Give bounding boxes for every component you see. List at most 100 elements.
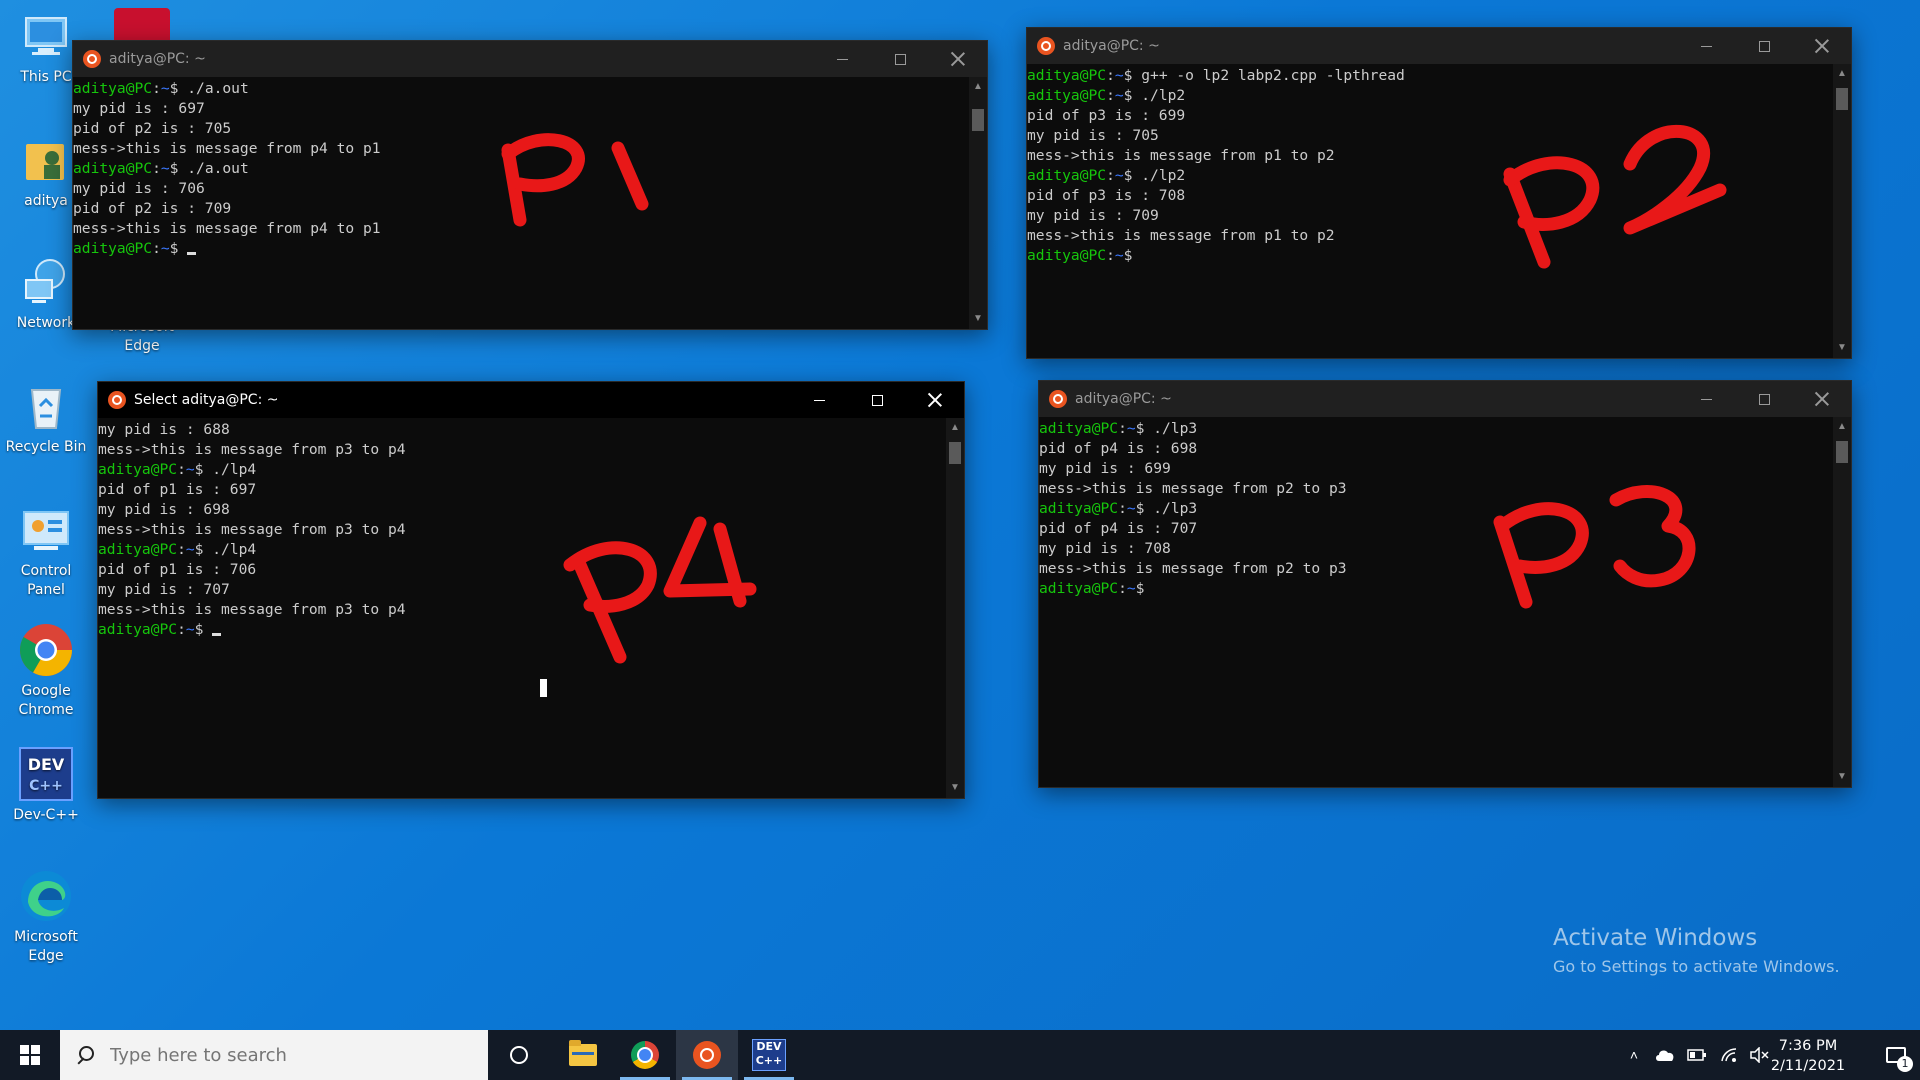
- terminal-line: aditya@PC:~$ ./lp3: [1039, 419, 1833, 439]
- terminal-line: mess->this is message from p1 to p2: [1027, 146, 1833, 166]
- command-text: $: [1135, 580, 1145, 597]
- terminal-line: mess->this is message from p2 to p3: [1039, 479, 1833, 499]
- devcpp-taskbar-button[interactable]: DEV C++: [738, 1030, 800, 1080]
- network-icon: [18, 254, 74, 310]
- network-button[interactable]: [1714, 1030, 1744, 1080]
- start-button[interactable]: [0, 1030, 60, 1080]
- close-icon: [928, 393, 942, 407]
- command-text: $: [1123, 247, 1133, 264]
- terminal-window-p4[interactable]: Select aditya@PC: ~ my pid is : 688 mess-…: [97, 381, 965, 799]
- command-text: $: [194, 621, 213, 638]
- scroll-thumb[interactable]: [1836, 88, 1848, 110]
- minimize-button[interactable]: [790, 382, 848, 418]
- action-center-button[interactable]: 1: [1872, 1030, 1920, 1080]
- scrollbar[interactable]: ▲ ▼: [1833, 64, 1851, 358]
- scroll-down-icon[interactable]: ▼: [946, 780, 964, 796]
- terminal-line: aditya@PC:~$ ./lp2: [1027, 86, 1833, 106]
- acrobat-icon[interactable]: [114, 8, 170, 44]
- scrollbar[interactable]: ▲ ▼: [969, 77, 987, 329]
- battery-icon: [1687, 1049, 1706, 1061]
- terminal-line: pid of p4 is : 707: [1039, 519, 1833, 539]
- onedrive-button[interactable]: [1650, 1030, 1680, 1080]
- terminal-line: my pid is : 697: [73, 99, 969, 119]
- close-icon: [1815, 39, 1829, 53]
- file-explorer-button[interactable]: [552, 1030, 614, 1080]
- output-text: mess->this is message from p3 to p4: [98, 441, 406, 458]
- close-button[interactable]: [1793, 28, 1851, 64]
- terminal-window-p3[interactable]: aditya@PC: ~ aditya@PC:~$ ./lp3 pid of p4…: [1038, 380, 1852, 788]
- dev-cpp-icon: DEV C++: [752, 1039, 786, 1071]
- desktop-icon-microsoft-edge[interactable]: Microsoft Edge: [0, 868, 92, 966]
- desktop-icon-google-chrome[interactable]: Google Chrome: [0, 622, 92, 720]
- title-bar[interactable]: aditya@PC: ~: [1039, 381, 1851, 417]
- terminal-output[interactable]: my pid is : 688 mess->this is message fro…: [98, 418, 946, 798]
- prompt-separator: :: [1106, 67, 1115, 84]
- scroll-up-icon[interactable]: ▲: [969, 79, 987, 95]
- scroll-down-icon[interactable]: ▼: [969, 311, 987, 327]
- scrollbar[interactable]: ▲ ▼: [946, 418, 964, 798]
- desktop-icon-label: Google Chrome: [18, 683, 74, 718]
- minimize-icon: [1700, 398, 1712, 400]
- output-text: mess->this is message from p3 to p4: [98, 601, 406, 618]
- maximize-button[interactable]: [871, 41, 929, 77]
- minimize-button[interactable]: [1677, 28, 1735, 64]
- search-input[interactable]: [108, 1043, 472, 1067]
- title-bar[interactable]: aditya@PC: ~: [1027, 28, 1851, 64]
- activate-subtitle: Go to Settings to activate Windows.: [1553, 957, 1840, 976]
- scroll-thumb[interactable]: [949, 442, 961, 464]
- terminal-window-p2[interactable]: aditya@PC: ~ aditya@PC:~$ g++ -o lp2 lab…: [1026, 27, 1852, 359]
- scroll-down-icon[interactable]: ▼: [1833, 769, 1851, 785]
- terminal-line: aditya@PC:~$ ./lp4: [98, 460, 946, 480]
- prompt-path: ~: [160, 160, 170, 177]
- scroll-up-icon[interactable]: ▲: [946, 420, 964, 436]
- terminal-line: mess->this is message from p2 to p3: [1039, 559, 1833, 579]
- close-button[interactable]: [1793, 381, 1851, 417]
- scroll-up-icon[interactable]: ▲: [1833, 419, 1851, 435]
- output-text: my pid is : 688: [98, 421, 230, 438]
- prompt-user: aditya@PC: [1027, 247, 1107, 264]
- title-bar[interactable]: aditya@PC: ~: [73, 41, 987, 77]
- output-text: my pid is : 697: [73, 100, 205, 117]
- user-folder-icon: [18, 132, 74, 188]
- prompt-path: ~: [1126, 420, 1136, 437]
- terminal-output[interactable]: aditya@PC:~$ g++ -o lp2 labp2.cpp -lpthr…: [1027, 64, 1833, 358]
- activation-watermark: Activate Windows Go to Settings to activ…: [1553, 925, 1840, 976]
- cortana-button[interactable]: [488, 1030, 550, 1080]
- chrome-taskbar-button[interactable]: [614, 1030, 676, 1080]
- output-text: mess->this is message from p4 to p1: [73, 140, 381, 157]
- maximize-button[interactable]: [848, 382, 906, 418]
- maximize-button[interactable]: [1735, 381, 1793, 417]
- scroll-up-icon[interactable]: ▲: [1833, 66, 1851, 82]
- terminal-line: aditya@PC:~$: [73, 239, 969, 259]
- prompt-separator: :: [152, 80, 161, 97]
- battery-button[interactable]: [1682, 1030, 1712, 1080]
- command-text: $ ./lp4: [194, 541, 257, 558]
- terminal-window-p1[interactable]: aditya@PC: ~ aditya@PC:~$ ./a.out my pid …: [72, 40, 988, 330]
- terminal-output[interactable]: aditya@PC:~$ ./lp3 pid of p4 is : 698 my p…: [1039, 417, 1833, 787]
- scrollbar[interactable]: ▲ ▼: [1833, 417, 1851, 787]
- scroll-thumb[interactable]: [1836, 441, 1848, 463]
- minimize-button[interactable]: [1677, 381, 1735, 417]
- command-text: $ ./lp3: [1135, 420, 1198, 437]
- scroll-down-icon[interactable]: ▼: [1833, 340, 1851, 356]
- maximize-icon: [894, 53, 906, 65]
- title-bar[interactable]: Select aditya@PC: ~: [98, 382, 964, 418]
- taskbar: DEVC++ ˄ 7:36 PM 2/11/2021 1: [0, 1030, 1920, 1080]
- close-button[interactable]: [906, 382, 964, 418]
- show-hidden-icons-button[interactable]: ˄: [1620, 1030, 1648, 1080]
- output-text: my pid is : 707: [98, 581, 230, 598]
- desktop-icon-recycle-bin[interactable]: Recycle Bin: [0, 378, 92, 457]
- scroll-thumb[interactable]: [972, 109, 984, 131]
- ubuntu-icon: [1049, 390, 1067, 408]
- desktop-icon-dev-cpp[interactable]: DEV C++ Dev-C++: [0, 746, 92, 825]
- close-button[interactable]: [929, 41, 987, 77]
- terminal-line: my pid is : 708: [1039, 539, 1833, 559]
- desktop-icon-control-panel[interactable]: Control Panel: [0, 502, 92, 600]
- terminal-output[interactable]: aditya@PC:~$ ./a.out my pid is : 697 pid o…: [73, 77, 969, 329]
- prompt-user: aditya@PC: [1039, 500, 1119, 517]
- taskbar-search[interactable]: [60, 1030, 488, 1080]
- maximize-button[interactable]: [1735, 28, 1793, 64]
- minimize-button[interactable]: [813, 41, 871, 77]
- ubuntu-taskbar-button[interactable]: [676, 1030, 738, 1080]
- clock[interactable]: 7:36 PM 2/11/2021: [1766, 1036, 1850, 1076]
